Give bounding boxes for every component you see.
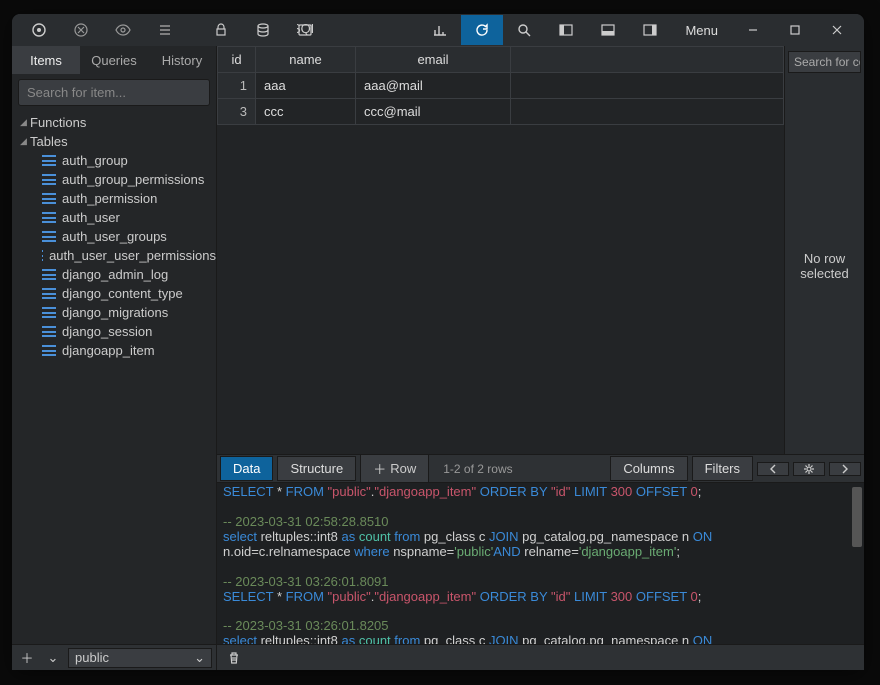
data-button[interactable]: Data	[220, 456, 273, 481]
maximize-icon[interactable]	[774, 15, 816, 45]
prev-page-button[interactable]	[757, 462, 789, 476]
table-row[interactable]: 3 ccc ccc@mail	[218, 99, 784, 125]
column-header[interactable]: id	[218, 47, 256, 73]
column-header[interactable]: name	[256, 47, 356, 73]
table-item[interactable]: auth_user	[12, 208, 216, 227]
plus-icon: ＋	[373, 459, 386, 478]
data-grid: id name email 1 aaa aaa@mail 3 ccc ccc@m…	[217, 46, 784, 454]
table-icon	[42, 269, 56, 280]
tree-tables[interactable]: ◢Tables	[12, 132, 216, 151]
table-icon	[42, 326, 56, 337]
tab-queries[interactable]: Queries	[80, 46, 148, 74]
table-icon	[42, 231, 56, 242]
table-row[interactable]: 1 aaa aaa@mail	[218, 73, 784, 99]
list-icon[interactable]	[144, 15, 186, 45]
cancel-icon[interactable]	[60, 15, 102, 45]
add-row-button[interactable]: ＋Row	[360, 454, 429, 483]
chevron-down-icon[interactable]: ⌄	[42, 647, 64, 669]
table-item[interactable]: auth_group_permissions	[12, 170, 216, 189]
console-toolbar	[217, 644, 864, 670]
table-item[interactable]: django_session	[12, 322, 216, 341]
table-item[interactable]: auth_user_user_permissions	[12, 246, 216, 265]
chevron-down-icon: ⌄	[194, 650, 205, 666]
refresh-icon[interactable]	[461, 15, 503, 45]
sidebar-bottom-bar: ＋ ⌄ public⌄	[12, 644, 216, 670]
tab-items[interactable]: Items	[12, 46, 80, 74]
plus-icon[interactable]: ＋	[16, 647, 38, 669]
table-icon	[42, 288, 56, 299]
items-tree: ◢Functions ◢Tables auth_group auth_group…	[12, 111, 216, 644]
panel-left-icon[interactable]	[545, 15, 587, 45]
close-icon[interactable]	[816, 15, 858, 45]
table-icon	[42, 174, 56, 185]
table-item[interactable]: djangoapp_item	[12, 341, 216, 360]
sql-console[interactable]: SELECT * FROM "public"."djangoapp_item" …	[217, 482, 864, 644]
table-item[interactable]: django_content_type	[12, 284, 216, 303]
columns-button[interactable]: Columns	[610, 456, 687, 481]
table-item[interactable]: auth_user_groups	[12, 227, 216, 246]
search-icon[interactable]	[503, 15, 545, 45]
table-icon	[42, 345, 56, 356]
menu-button[interactable]: Menu	[671, 23, 732, 38]
tab-history[interactable]: History	[148, 46, 216, 74]
panel-right-icon[interactable]	[629, 15, 671, 45]
table-icon	[42, 250, 43, 261]
trash-icon[interactable]	[223, 647, 245, 669]
main: id name email 1 aaa aaa@mail 3 ccc ccc@m…	[217, 46, 864, 670]
table-icon	[42, 193, 56, 204]
database-icon[interactable]	[242, 15, 284, 45]
table-item[interactable]: auth_group	[12, 151, 216, 170]
row-info: 1-2 of 2 rows	[433, 462, 522, 476]
schema-select[interactable]: public⌄	[68, 648, 212, 668]
grid-toolbar: Data Structure ＋Row 1-2 of 2 rows Column…	[217, 454, 864, 482]
sql-icon[interactable]: SQL	[284, 15, 326, 45]
panel-bottom-icon[interactable]	[587, 15, 629, 45]
structure-button[interactable]: Structure	[277, 456, 356, 481]
filters-button[interactable]: Filters	[692, 456, 753, 481]
inspector-panel: Search for col No row selected	[784, 46, 864, 454]
gear-icon[interactable]	[793, 462, 825, 476]
eye-icon[interactable]	[102, 15, 144, 45]
sidebar: Items Queries History Search for item...…	[12, 46, 217, 670]
scrollbar[interactable]	[852, 487, 862, 547]
inspector-search[interactable]: Search for col	[788, 51, 861, 73]
table-item[interactable]: auth_permission	[12, 189, 216, 208]
table-icon	[42, 155, 56, 166]
inspector-empty: No row selected	[785, 78, 864, 454]
table-icon	[42, 307, 56, 318]
chart-icon[interactable]	[419, 15, 461, 45]
table-item[interactable]: django_admin_log	[12, 265, 216, 284]
titlebar: SQL Menu	[12, 14, 864, 46]
next-page-button[interactable]	[829, 462, 861, 476]
search-input[interactable]: Search for item...	[18, 79, 210, 106]
svg-text:SQL: SQL	[297, 22, 313, 36]
column-header[interactable]: email	[356, 47, 511, 73]
app-window: SQL Menu Items Queries History Search fo…	[12, 14, 864, 670]
tree-functions[interactable]: ◢Functions	[12, 113, 216, 132]
table-icon	[42, 212, 56, 223]
column-header[interactable]	[511, 47, 784, 73]
table-item[interactable]: django_migrations	[12, 303, 216, 322]
lock-icon[interactable]	[200, 15, 242, 45]
minimize-icon[interactable]	[732, 15, 774, 45]
app-icon[interactable]	[18, 15, 60, 45]
